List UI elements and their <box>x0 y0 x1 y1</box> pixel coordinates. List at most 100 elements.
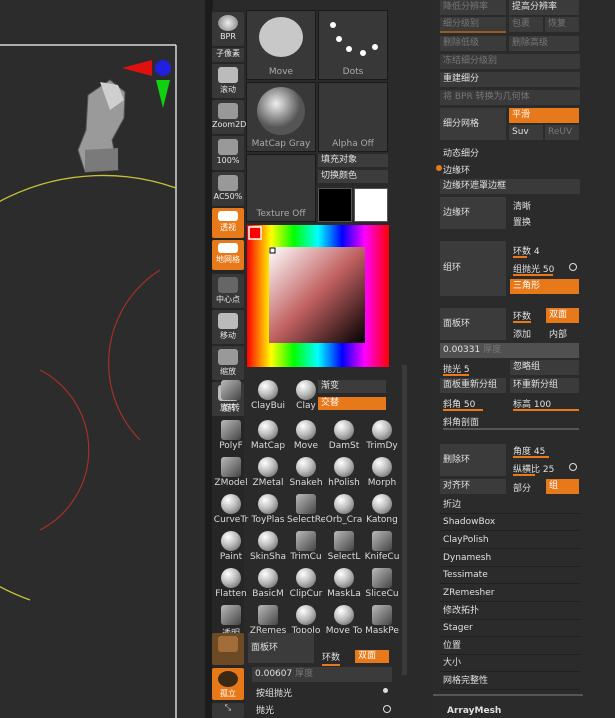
brush-morph[interactable]: Morph <box>363 455 401 495</box>
brush-snakehook[interactable]: Snakeh <box>287 455 325 495</box>
transp-frame-button[interactable]: ⤡ <box>212 703 244 718</box>
brush-selectrect[interactable]: SelectRe <box>287 492 325 532</box>
panel-loops-button[interactable]: 面板环 <box>440 308 506 340</box>
reconstruct-subdiv-button[interactable]: 重建细分 <box>440 72 580 87</box>
displace-toggle[interactable]: 置换 <box>513 215 531 228</box>
brush-damstandard[interactable]: DamSt <box>325 418 363 458</box>
group-polish-dot[interactable] <box>383 688 388 693</box>
polyf-button[interactable]: PolyF <box>212 418 250 458</box>
brush-trimdynamic[interactable]: TrimDy <box>363 418 401 458</box>
brush-curvetube[interactable]: CurveTr <box>212 492 250 532</box>
matcap-thumb[interactable]: MatCap Gray <box>246 82 316 152</box>
polish-dot[interactable] <box>383 705 391 713</box>
inner-toggle[interactable]: 内部 <box>549 327 567 340</box>
brush-paint[interactable]: Paint <box>212 529 250 569</box>
brush-move-thumb[interactable]: Move <box>246 10 316 80</box>
gradient-button[interactable]: 渐变 <box>318 380 386 393</box>
bpr-button[interactable]: BPR <box>212 12 244 46</box>
texture-thumb[interactable]: Texture Off <box>246 154 316 222</box>
ignore-groups-toggle[interactable]: 忽略组 <box>510 360 579 375</box>
triangle-toggle[interactable]: 三角形 <box>510 279 579 294</box>
crisp-toggle[interactable]: 清晰 <box>513 199 531 212</box>
delete-higher-button[interactable]: 删除高级 <box>509 36 579 51</box>
group-polish-slider[interactable] <box>513 274 553 276</box>
partial-toggle[interactable]: 部分 <box>513 481 531 494</box>
scroll-button[interactable]: 滚动 <box>212 64 244 98</box>
wrap-button[interactable]: 包裹 <box>509 17 543 32</box>
delete-loops-button[interactable]: 删除环 <box>440 444 506 476</box>
zoom2d-button[interactable]: Zoom2D <box>212 100 246 134</box>
suv-toggle[interactable]: Suv <box>509 125 543 140</box>
palette-scrollbar[interactable] <box>402 365 407 675</box>
thickness-slider[interactable]: 0.00331 厚度 <box>440 343 579 358</box>
restore-button[interactable]: 恢复 <box>545 17 579 32</box>
polish-slider[interactable] <box>443 374 469 376</box>
color-wheel[interactable] <box>247 225 389 367</box>
main-color-swatch[interactable] <box>354 188 388 222</box>
panel-loops-slider[interactable] <box>513 321 531 323</box>
brush-matcap[interactable]: MatCap <box>249 418 287 458</box>
elevation-slider[interactable] <box>513 409 579 411</box>
bevel-profile-label[interactable]: 斜角剖面 <box>443 415 479 428</box>
bevel-slider[interactable] <box>443 409 483 411</box>
menu-modify-topology[interactable]: 修改拓扑 <box>440 603 580 620</box>
edgeloop-header[interactable]: 边缘环 <box>443 163 470 176</box>
menu-mesh-integrity[interactable]: 网格完整性 <box>440 673 580 690</box>
bevel-profile-curve[interactable] <box>443 428 579 430</box>
brush-slicecurve[interactable]: SliceCu <box>363 566 401 606</box>
double-face-button[interactable]: 双面 <box>355 650 389 663</box>
brush-toyplastic[interactable]: ToyPlas <box>249 492 287 532</box>
divide-button[interactable]: 细分网格 <box>440 108 506 140</box>
freeze-subdiv-button[interactable]: 冻结细分级别 <box>440 54 580 69</box>
brush-masklasso[interactable]: MaskLa <box>325 566 363 606</box>
lower-res-button[interactable]: 降低分辨率 <box>440 0 506 15</box>
delete-lower-button[interactable]: 删除低级 <box>440 36 506 51</box>
angle-slider[interactable] <box>513 456 549 458</box>
menu-dynamesh[interactable]: Dynamesh <box>440 550 580 567</box>
menu-tessimate[interactable]: Tessimate <box>440 567 580 584</box>
viewport-canvas[interactable] <box>0 0 205 718</box>
group-polish-curve-dot[interactable] <box>569 263 577 271</box>
loop-regroup-toggle[interactable]: 环重新分组 <box>510 378 579 393</box>
antialias-button[interactable]: AC50% <box>212 172 244 206</box>
brush-flatten[interactable]: Flatten <box>212 566 250 606</box>
alternate-button[interactable]: 交替 <box>318 397 386 410</box>
group-loops-button[interactable]: 组环 <box>440 241 506 296</box>
edgeloop-masked-border-button[interactable]: 边缘环遮罩边框 <box>440 179 580 194</box>
brush-knifecurve[interactable]: KnifeCu <box>363 529 401 569</box>
brush-clipcurve[interactable]: ClipCur <box>287 566 325 606</box>
switch-color-button[interactable]: 切换颜色 <box>318 170 388 183</box>
brush-basicmaterial[interactable]: BasicM <box>249 566 287 606</box>
brush-hpolish[interactable]: hPolish <box>325 455 363 495</box>
brush-orbcracks[interactable]: Orb_Cra <box>325 492 363 532</box>
ghost-button[interactable] <box>212 633 244 665</box>
menu-crease[interactable]: 折边 <box>440 497 580 514</box>
secondary-color-swatch[interactable] <box>318 188 352 222</box>
face-ring-button[interactable]: 面板环 <box>248 633 314 663</box>
dynamic-subdiv-header[interactable]: 动态细分 <box>443 146 479 159</box>
local-center-button[interactable]: 中心点 <box>212 274 244 308</box>
rotate-tool[interactable]: 旋转 <box>212 378 250 418</box>
brush-move[interactable]: Move <box>287 418 325 458</box>
double-toggle[interactable]: 双面 <box>546 308 579 323</box>
arraymesh-header[interactable]: ArrayMesh <box>447 706 501 716</box>
menu-position[interactable]: 位置 <box>440 638 580 655</box>
fill-object-button[interactable]: 填充对象 <box>318 154 388 167</box>
brush-maskpen[interactable]: MaskPe <box>363 603 401 643</box>
perspective-button[interactable]: 透视 <box>212 208 244 238</box>
append-toggle[interactable]: 添加 <box>513 327 531 340</box>
stroke-dots-thumb[interactable]: Dots <box>318 10 388 80</box>
actual-size-button[interactable]: 100% <box>212 136 244 170</box>
menu-zremesher[interactable]: ZRemesher <box>440 585 580 602</box>
ring-count-slider[interactable] <box>322 664 340 666</box>
brush-movetopo[interactable]: Move To <box>325 603 363 643</box>
panel-regroup-toggle[interactable]: 面板重新分组 <box>440 378 506 393</box>
floor-grid-button[interactable]: 地网格 <box>212 240 244 270</box>
align-loops-button[interactable]: 对齐环 <box>440 479 506 494</box>
brush-zmodeler[interactable]: ZModel <box>212 455 250 495</box>
menu-stager[interactable]: Stager <box>440 620 580 637</box>
solo-button[interactable]: 孤立 <box>212 668 244 700</box>
brush-selectlasso[interactable]: SelectL <box>325 529 363 569</box>
loops-slider[interactable] <box>513 256 527 258</box>
bpr-to-geo-button[interactable]: 将 BPR 转换为几何体 <box>440 90 580 105</box>
